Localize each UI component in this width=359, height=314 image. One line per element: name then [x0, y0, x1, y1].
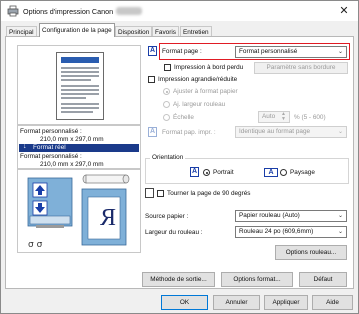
scale-radio[interactable] — [163, 114, 170, 121]
fit-roll-radio[interactable] — [163, 101, 170, 108]
help-button[interactable]: Aide — [312, 295, 353, 310]
title-bar: Options d'impression Canon ✕ — [1, 1, 358, 21]
page-thumbnail — [56, 52, 104, 120]
apply-button[interactable]: Appliquer — [264, 295, 308, 310]
printer-format-label: Format pap. impr. : — [162, 129, 216, 136]
page-format-icon: A — [148, 46, 157, 56]
format-page-label: Format page : — [162, 48, 202, 55]
svg-text:σ σ: σ σ — [28, 240, 43, 250]
tab-configuration-page[interactable]: Configuration de la page — [39, 23, 115, 37]
print-options-dialog: Options d'impression Canon ✕ Principal C… — [0, 0, 359, 314]
format-info-box: Format personnalisé : 210,0 mm x 297,0 m… — [17, 125, 141, 169]
chevron-down-icon: ⌄ — [337, 49, 343, 55]
printer-format-icon: A — [148, 127, 157, 137]
mirror-r-letter: R — [100, 205, 117, 231]
fit-paper-radio[interactable] — [163, 88, 170, 95]
borderless-label: Impression à bord perdu — [174, 64, 244, 71]
scale-spinner[interactable]: Auto ▲ ▼ — [258, 111, 290, 123]
source-papier-label: Source papier : — [145, 213, 189, 220]
roll-width-select[interactable]: Rouleau 24 po (609,6mm) ⌄ — [235, 226, 347, 238]
scale-value: Auto — [262, 113, 276, 120]
fit-roll-label: Aj. largeur rouleau — [173, 101, 226, 108]
output-preview: σ σ R — [17, 169, 141, 253]
scale-label: Échelle — [173, 114, 194, 121]
format-personnalise-label-1: Format personnalisé : — [20, 128, 82, 135]
format-size-1: 210,0 mm x 297,0 mm — [40, 136, 104, 143]
portrait-radio[interactable] — [203, 169, 210, 176]
chevron-down-icon: ⌄ — [337, 129, 343, 135]
orientation-group: Orientation — [145, 154, 349, 184]
page-preview — [17, 45, 141, 125]
window-title: Options d'impression Canon — [23, 7, 114, 16]
default-button[interactable]: Défaut — [299, 272, 347, 287]
orientation-group-label: Orientation — [150, 154, 186, 161]
format-page-value: Format personnalisé — [239, 48, 298, 55]
format-reel-banner: ↓ Format réel — [19, 143, 139, 152]
format-personnalise-label-2: Format personnalisé : — [20, 153, 82, 160]
output-method-button[interactable]: Méthode de sortie... — [142, 272, 215, 287]
source-papier-value: Papier rouleau (Auto) — [239, 212, 300, 219]
enlarge-reduce-label: Impression agrandie/réduite — [158, 76, 238, 83]
printer-icon — [7, 5, 19, 17]
rotate-90-label: Tourner la page de 90 degrés — [167, 190, 251, 197]
format-reel-label: Format réel — [33, 144, 66, 151]
printer-format-value: Identique au format page — [239, 128, 311, 135]
landscape-icon: A — [264, 168, 278, 177]
portrait-label: Portrait — [213, 169, 234, 176]
chevron-down-icon: ⌄ — [337, 213, 343, 219]
tab-panel: Format personnalisé : 210,0 mm x 297,0 m… — [5, 36, 354, 289]
format-size-2: 210,0 mm x 297,0 mm — [40, 161, 104, 168]
fit-paper-label: Ajuster à format papier — [173, 88, 238, 95]
close-button[interactable]: ✕ — [337, 4, 351, 18]
spinner-arrows-icon: ▲ ▼ — [281, 111, 286, 122]
roll-width-value: Rouleau 24 po (609,6mm) — [239, 228, 314, 235]
borderless-settings-button[interactable]: Paramètre sans bordure — [254, 62, 348, 74]
paysage-label: Paysage — [290, 169, 315, 176]
redacted-printer-name — [116, 7, 142, 15]
scale-range-label: % (5 - 600) — [294, 114, 326, 121]
rotate-icon — [145, 188, 154, 198]
roll-width-label: Largeur du rouleau : — [145, 229, 203, 236]
chevron-down-icon: ⌄ — [337, 229, 343, 235]
paysage-radio[interactable] — [280, 169, 287, 176]
source-papier-select[interactable]: Papier rouleau (Auto) ⌄ — [235, 210, 347, 222]
arrow-down-icon: ↓ — [23, 143, 27, 150]
format-options-button[interactable]: Options format... — [221, 272, 293, 287]
format-page-select[interactable]: Format personnalisé ⌄ — [235, 46, 347, 58]
cancel-button[interactable]: Annuler — [213, 295, 260, 310]
rotate-90-checkbox[interactable] — [157, 190, 164, 197]
portrait-icon: A — [190, 167, 199, 177]
enlarge-reduce-checkbox[interactable] — [148, 76, 155, 83]
printer-format-select[interactable]: Identique au format page ⌄ — [235, 126, 347, 138]
roll-options-button[interactable]: Options rouleau... — [275, 245, 347, 260]
ok-button[interactable]: OK — [161, 295, 208, 310]
borderless-checkbox[interactable] — [164, 64, 171, 71]
